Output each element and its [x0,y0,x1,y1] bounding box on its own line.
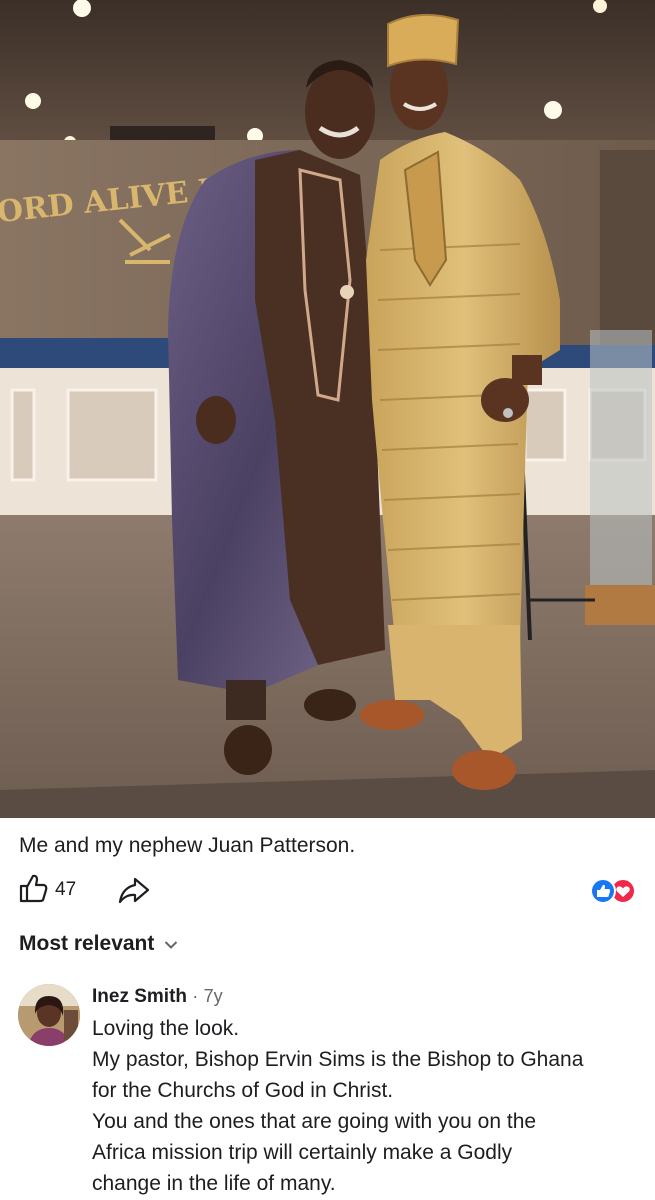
comment-sort-dropdown[interactable]: Most relevant [19,932,178,956]
separator-dot: · [192,986,199,1006]
thumbs-up-icon [17,872,49,909]
comment-age[interactable]: 7y [204,986,223,1006]
comment-line: Loving the look. [92,1017,240,1040]
like-count: 47 [55,879,77,900]
share-button[interactable] [117,874,153,906]
like-reaction-icon [590,878,616,904]
avatar[interactable] [18,984,80,1046]
post-action-bar: 47 [17,872,637,908]
comment-text: Loving the look. My pastor, Bishop Ervin… [92,1013,647,1199]
comment-line: You and the ones that are going with you… [92,1110,537,1133]
post-photo[interactable]: ORD ALIVE M [0,0,655,818]
like-button[interactable]: 47 [17,874,76,906]
share-arrow-icon [117,877,151,910]
reactions-summary[interactable] [589,878,637,904]
comment-line: My pastor, Bishop Ervin Sims is the Bish… [92,1048,584,1071]
comment-line: Africa mission trip will certainly make … [92,1141,513,1164]
comment-author[interactable]: Inez Smith [92,986,187,1007]
comment-header: Inez Smith · 7y [92,982,647,1011]
photo-illustration: ORD ALIVE M [0,0,655,818]
chevron-down-icon [164,932,178,956]
comment-body: Inez Smith · 7y Loving the look. My past… [92,982,647,1199]
post-caption: Me and my nephew Juan Patterson. [19,834,356,857]
comment-line: change in the life of many. [92,1172,336,1195]
comment-line: for the Churchs of God in Christ. [92,1079,394,1102]
sort-label: Most relevant [19,932,155,955]
